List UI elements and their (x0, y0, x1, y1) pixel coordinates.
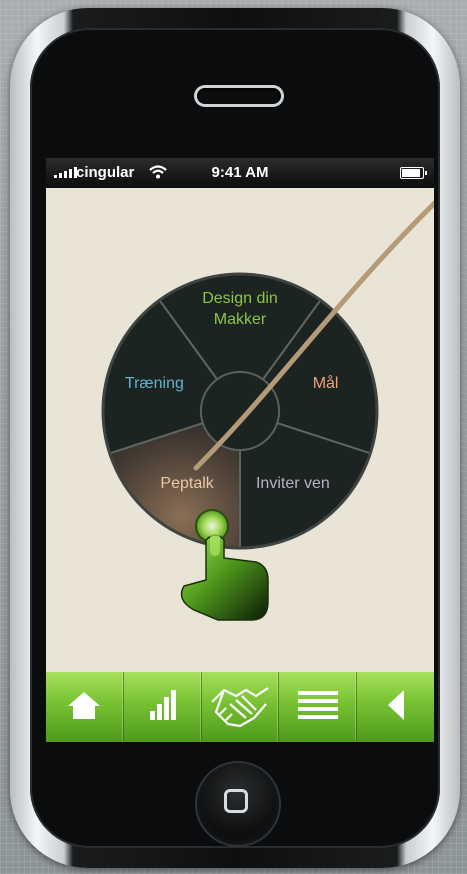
home-button[interactable] (197, 763, 279, 845)
wheel-label-line: Træning (124, 374, 184, 392)
wheel-label-line: Design din (202, 290, 278, 307)
stats-icon (148, 689, 177, 726)
wheel-label-line: Peptalk (160, 475, 214, 493)
navigation-wheel (101, 200, 434, 621)
tab-bar (46, 672, 434, 742)
wheel-label-traening: Træning (94, 373, 214, 394)
battery-icon (400, 167, 427, 179)
home-button-square-icon (224, 789, 248, 813)
wheel-label-design: Design din Makker (180, 288, 300, 330)
tab-menu[interactable] (279, 672, 358, 742)
wheel-label-peptalk: Peptalk (127, 473, 247, 494)
back-icon (386, 689, 406, 726)
wheel-label-maal: Mål (266, 373, 386, 394)
home-icon (67, 690, 101, 725)
wheel-label-line: Mål (312, 374, 339, 392)
menu-icon (297, 690, 338, 725)
tab-handshake[interactable] (202, 672, 280, 742)
status-bar: cingular 9:41 AM (46, 158, 434, 188)
handshake-icon (210, 682, 270, 733)
wheel-label-inviter: Inviter ven (233, 473, 353, 494)
status-time: 9:41 AM (211, 164, 269, 181)
main-content: Design din Makker Mål Inviter ven Peptalk Træ… (46, 188, 434, 672)
wheel-label-line: Makker (213, 311, 267, 328)
tab-back[interactable] (357, 672, 434, 742)
screen: cingular 9:41 AM Design din Makker Mål I… (46, 158, 434, 742)
wheel-label-line: Inviter ven (255, 475, 330, 493)
tab-home[interactable] (46, 672, 124, 742)
earpiece-speaker (197, 88, 281, 104)
tab-stats[interactable] (124, 672, 202, 742)
battery-level (402, 169, 420, 177)
